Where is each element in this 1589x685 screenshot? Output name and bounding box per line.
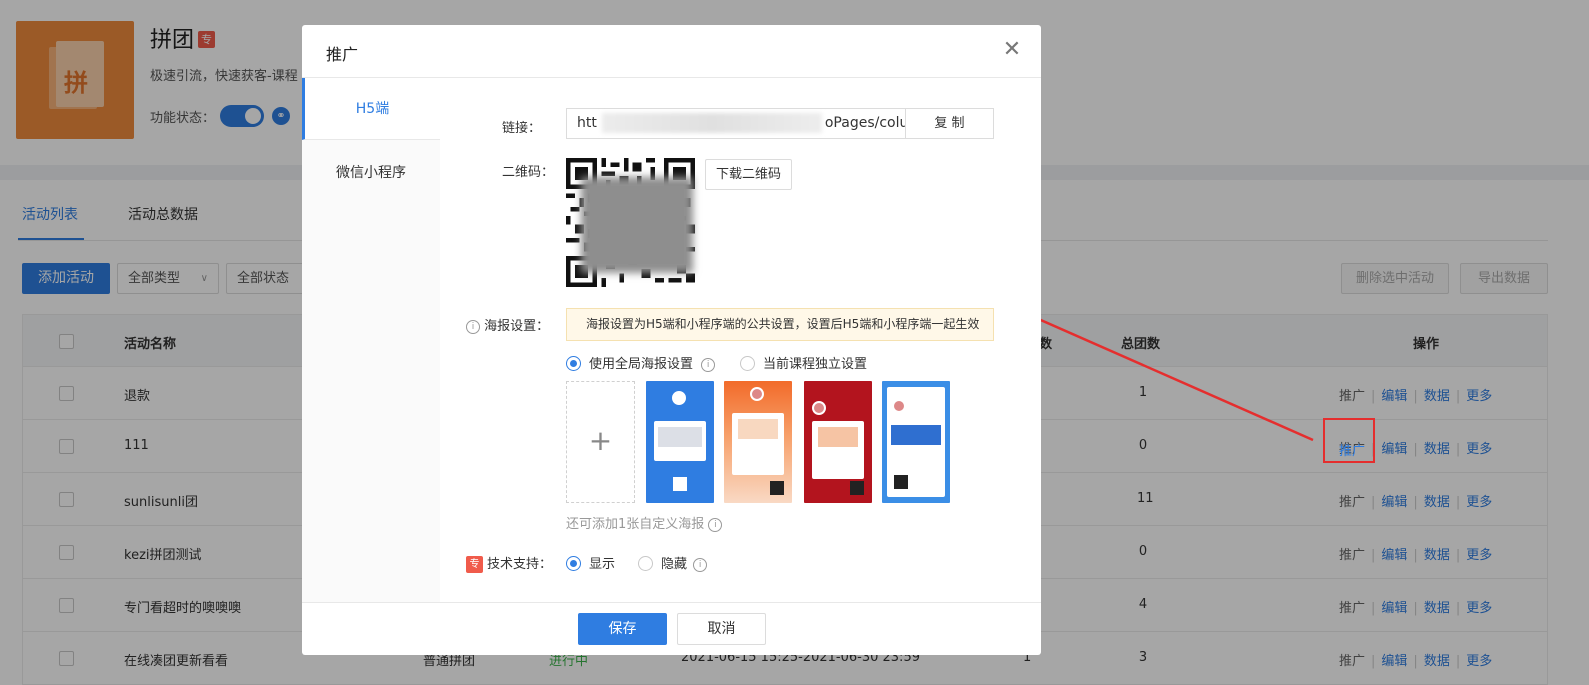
add-poster-button[interactable]: + [566,381,635,503]
poster-template-1[interactable] [646,381,714,503]
link-redaction [602,113,822,133]
poster-hint: 还可添加1张自定义海报 i [566,513,723,532]
save-button[interactable]: 保存 [578,613,667,645]
poster-option-global-label: 使用全局海报设置 [589,357,694,372]
platform-side-tabs: H5端 微信小程序 [302,78,440,602]
poster-thumbnail [658,427,702,447]
poster-thumbnail [891,425,941,445]
poster-template-2[interactable] [724,381,792,503]
qr-mini [894,475,908,489]
poster-thumbnail [818,427,858,447]
tech-support-label-text: 技术支持： [487,557,553,572]
poster-settings-label-text: 海报设置： [484,319,550,334]
side-tab-h5[interactable]: H5端 [302,78,440,140]
radio-checked-icon [566,556,581,571]
radio-unchecked-icon [638,556,653,571]
qr-mini [850,481,864,495]
copy-link-button[interactable]: 复 制 [905,108,994,139]
poster-template-3[interactable] [804,381,872,503]
avatar [892,399,906,413]
poster-settings-label: i 海报设置： [466,315,549,334]
cancel-button[interactable]: 取消 [677,613,766,645]
info-icon[interactable]: i [466,320,480,334]
poster-notice: 海报设置为H5端和小程序端的公共设置，设置后H5端和小程序端一起生效 [566,308,994,341]
poster-option-global[interactable]: 使用全局海报设置 i [566,353,716,372]
qr-label: 二维码： [502,165,555,180]
support-hide-label: 隐藏 [661,557,688,572]
support-option-hide[interactable]: 隐藏 i [638,553,708,572]
pro-badge: 专 [466,556,483,573]
poster-hint-text: 还可添加1张自定义海报 [566,517,705,532]
highlight-box [1323,418,1375,463]
info-icon[interactable]: i [708,518,723,532]
tech-support-label: 专技术支持： [466,553,552,573]
side-tab-wechat-label: 微信小程序 [336,165,406,181]
link-value-start: htt [577,115,597,131]
dialog-title: 推广 [326,45,359,64]
qr-mini [673,477,687,491]
qr-code-redaction [581,177,693,273]
promote-dialog: 推广 ✕ H5端 微信小程序 链接： htt oPages/colu 复 制 二维… [302,25,1041,655]
info-icon[interactable]: i [693,558,708,572]
avatar [812,401,826,415]
avatar [750,387,764,401]
poster-template-4[interactable] [882,381,950,503]
support-option-show[interactable]: 显示 [566,553,615,572]
plus-icon: + [588,424,613,457]
qr-mini [770,481,784,495]
poster-option-custom[interactable]: 当前课程独立设置 [740,353,867,372]
dialog-header: 推广 ✕ [302,25,1041,78]
radio-unchecked-icon [740,356,755,371]
dialog-footer: 保存 取消 [302,602,1041,655]
side-tab-wechat-miniprogram[interactable]: 微信小程序 [302,140,440,602]
radio-checked-icon [566,356,581,371]
poster-thumbnail [738,419,778,439]
support-show-label: 显示 [589,557,616,572]
poster-option-custom-label: 当前课程独立设置 [763,357,868,372]
link-value-end: oPages/colu [824,115,905,131]
link-label: 链接： [502,121,542,136]
avatar [672,391,686,405]
close-icon[interactable]: ✕ [999,37,1025,63]
download-qr-button[interactable]: 下载二维码 [705,159,792,190]
info-icon[interactable]: i [701,358,716,372]
